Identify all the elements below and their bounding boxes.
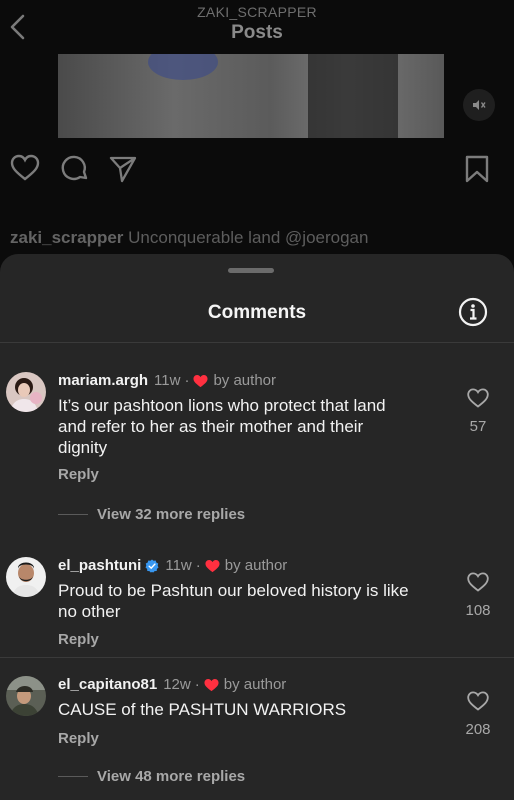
red-heart-icon <box>204 678 219 691</box>
header-account-name: ZAKI_SCRAPPER <box>197 4 317 20</box>
comment-age: 11w <box>154 372 181 389</box>
heart-icon <box>467 691 489 711</box>
comment-bubble-icon <box>61 155 88 181</box>
comment-like-count: 108 <box>465 602 491 619</box>
comment-meta: el_pashtuni 11w · by author <box>58 557 288 574</box>
bookmark-icon <box>465 155 489 183</box>
sheet-drag-handle[interactable] <box>228 268 274 273</box>
info-icon <box>458 297 488 327</box>
verified-badge-icon <box>145 559 159 573</box>
comments-title: Comments <box>207 302 307 323</box>
reply-button[interactable]: Reply <box>58 631 99 648</box>
view-replies-button[interactable]: View 48 more replies <box>58 768 245 785</box>
comment-meta: el_capitano81 12w · by author <box>58 676 287 693</box>
comment-username[interactable]: el_pashtuni <box>58 557 141 574</box>
caption-text: Unconquerable land <box>128 228 281 247</box>
comment-meta: mariam.argh 11w · by author <box>58 372 276 389</box>
divider <box>0 342 514 343</box>
comment-button[interactable] <box>60 154 90 189</box>
page-title: Posts <box>231 22 283 43</box>
caption-mention[interactable]: @joerogan <box>285 228 368 247</box>
comment-like-count: 208 <box>465 721 491 738</box>
by-author-label: by author <box>213 372 276 389</box>
caption-username[interactable]: zaki_scrapper <box>10 228 123 247</box>
comment-username[interactable]: mariam.argh <box>58 372 148 389</box>
by-author-label: by author <box>223 676 287 693</box>
comment-username[interactable]: el_capitano81 <box>58 676 157 693</box>
paper-plane-icon <box>109 156 137 183</box>
red-heart-icon <box>205 559 220 572</box>
share-button[interactable] <box>108 154 138 189</box>
mute-button[interactable] <box>463 89 495 121</box>
divider <box>0 657 514 658</box>
heart-icon <box>10 154 40 181</box>
comment-text: CAUSE of the PASHTUN WARRIORS <box>58 700 347 719</box>
comment-like-button[interactable] <box>467 388 489 408</box>
info-button[interactable] <box>458 297 488 327</box>
view-replies-button[interactable]: View 32 more replies <box>58 506 245 523</box>
heart-icon <box>467 388 489 408</box>
save-button[interactable] <box>464 154 490 189</box>
comment-like-button[interactable] <box>467 572 489 592</box>
post-media[interactable] <box>58 54 444 138</box>
comment-text: Proud to be Pashtun our beloved history … <box>58 581 409 621</box>
avatar[interactable] <box>6 372 46 412</box>
comment-age: 12w <box>163 676 191 693</box>
post-action-bar <box>10 154 504 186</box>
like-post-button[interactable] <box>10 154 40 187</box>
post-caption: zaki_scrapper Unconquerable land @joerog… <box>10 228 368 248</box>
reply-button[interactable]: Reply <box>58 730 99 747</box>
comment-like-count: 57 <box>469 418 487 435</box>
comments-sheet: Comments mariam.argh 11w · by author It’… <box>0 254 514 800</box>
red-heart-icon <box>193 374 208 387</box>
comment-like-button[interactable] <box>467 691 489 711</box>
comment-age: 11w <box>165 557 192 574</box>
speaker-muted-icon <box>473 100 486 110</box>
comment-text: It’s our pashtoon lions who protect that… <box>58 396 386 457</box>
avatar[interactable] <box>6 557 46 597</box>
avatar[interactable] <box>6 676 46 716</box>
reply-button[interactable]: Reply <box>58 466 99 483</box>
by-author-label: by author <box>224 557 288 574</box>
heart-icon <box>467 572 489 592</box>
